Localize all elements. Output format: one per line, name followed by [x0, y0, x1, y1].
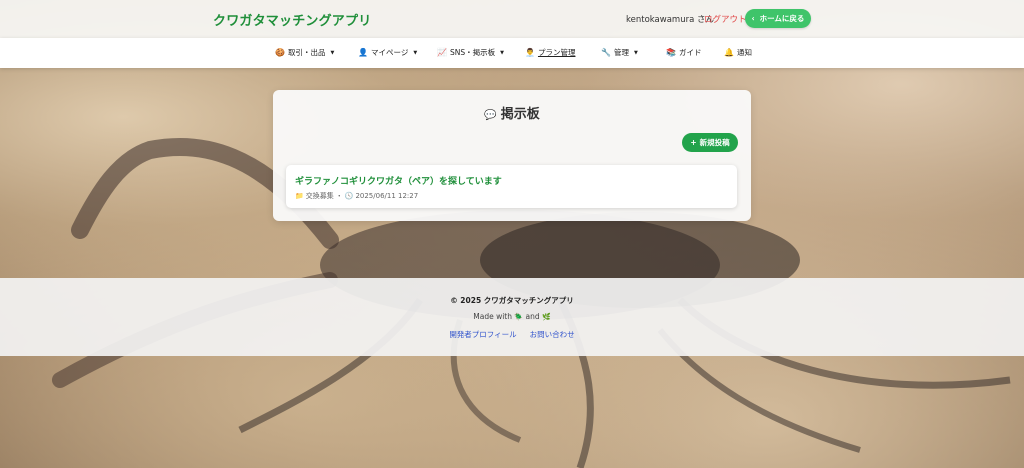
made-with-prefix: Made with — [473, 312, 512, 321]
chevron-left-icon: ‹ — [751, 14, 755, 23]
app-brand[interactable]: クワガタマッチングアプリ — [213, 10, 371, 29]
caret-down-icon: ▼ — [413, 49, 418, 56]
main-nav: 🍪 取引・出品 ▼ 👤 マイページ ▼ 📈 SNS・掲示板 ▼ 👨‍💼 プラン管… — [0, 38, 1024, 68]
beetle-icon: 🪲 — [514, 313, 524, 321]
footer: © 2025 クワガタマッチングアプリ Made with 🪲 and 🌿 開発… — [0, 278, 1024, 356]
beetle-illustration — [52, 137, 1011, 468]
home-button-label: ホームに戻る — [759, 14, 805, 23]
speech-bubble-icon: 💬 — [484, 110, 497, 121]
nav-item-label: 通知 — [736, 48, 752, 57]
cookie-icon: 🍪 — [275, 47, 285, 57]
contact-link[interactable]: お問い合わせ — [530, 329, 575, 340]
background-photo — [0, 0, 1024, 468]
folder-icon: 📁 — [295, 192, 304, 200]
nav-item-label: マイページ — [370, 48, 409, 57]
new-post-label: 新規投稿 — [699, 138, 730, 147]
post-item[interactable]: ギラファノコギリクワガタ（ペア）を探しています 📁 交換募集 ・ 🕓 2025/… — [286, 165, 737, 208]
nav-item-mypage[interactable]: 👤 マイページ ▼ — [358, 47, 417, 58]
user-icon: 👤 — [358, 47, 368, 57]
nav-item-label: プラン管理 — [537, 48, 576, 57]
new-post-button[interactable]: + 新規投稿 — [682, 133, 738, 152]
chart-icon: 📈 — [437, 47, 447, 57]
plus-icon: + — [690, 138, 697, 147]
username: kentokawamura さん — [626, 15, 714, 25]
copyright: © 2025 クワガタマッチングアプリ — [450, 296, 574, 305]
meta-separator: ・ — [335, 192, 343, 200]
home-button[interactable]: ‹ ホームに戻る — [745, 9, 811, 28]
nav-item-notifications[interactable]: 🔔 通知 — [724, 47, 752, 58]
footer-links: 開発者プロフィール お問い合わせ — [0, 329, 1024, 340]
nav-item-guide[interactable]: 📚 ガイド — [666, 47, 701, 58]
nav-item-plan[interactable]: 👨‍💼 プラン管理 — [525, 47, 575, 58]
nav-item-sns[interactable]: 📈 SNS・掲示板 ▼ — [437, 47, 504, 58]
caret-down-icon: ▼ — [633, 49, 638, 56]
logout-link[interactable]: ログアウト — [704, 13, 747, 25]
page-title-text: 掲示板 — [500, 107, 540, 122]
nav-item-label: SNS・掲示板 — [449, 48, 496, 57]
wrench-icon: 🔧 — [601, 47, 611, 57]
nav-item-label: ガイド — [678, 48, 702, 57]
post-category: 交換募集 — [305, 192, 334, 200]
nav-item-trading[interactable]: 🍪 取引・出品 ▼ — [275, 47, 334, 58]
post-meta: 📁 交換募集 ・ 🕓 2025/06/11 12:27 — [295, 191, 418, 201]
top-header: クワガタマッチングアプリ kentokawamura さん ログアウト ‹ ホー… — [0, 0, 1024, 38]
post-title[interactable]: ギラファノコギリクワガタ（ペア）を探しています — [295, 174, 502, 187]
businessman-icon: 👨‍💼 — [525, 47, 535, 57]
clock-icon: 🕓 — [344, 192, 354, 200]
made-with-and: and — [525, 312, 540, 321]
leaf-icon: 🌿 — [542, 313, 551, 321]
nav-item-label: 管理 — [613, 48, 629, 57]
board-card: 💬 掲示板 + 新規投稿 ギラファノコギリクワガタ（ペア）を探しています 📁 交換… — [273, 90, 751, 221]
books-icon: 📚 — [666, 47, 676, 57]
nav-item-admin[interactable]: 🔧 管理 ▼ — [601, 47, 638, 58]
post-date: 2025/06/11 12:27 — [355, 192, 419, 200]
made-with: Made with 🪲 and 🌿 — [0, 312, 1024, 321]
page-title: 💬 掲示板 — [273, 103, 751, 122]
developer-profile-link[interactable]: 開発者プロフィール — [449, 329, 516, 340]
caret-down-icon: ▼ — [500, 49, 504, 56]
caret-down-icon: ▼ — [330, 49, 335, 56]
bell-icon: 🔔 — [724, 47, 734, 57]
nav-item-label: 取引・出品 — [287, 48, 326, 57]
